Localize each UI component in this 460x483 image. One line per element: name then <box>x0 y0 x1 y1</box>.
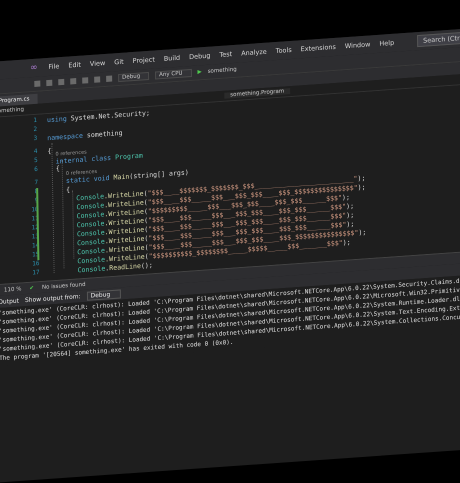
line-number: 5 <box>33 156 38 165</box>
run-target-button[interactable]: something <box>208 67 237 75</box>
line-number: 10 <box>31 205 39 214</box>
visual-studio-logo-icon: ∞ <box>29 62 38 74</box>
line-number: 4 <box>33 147 38 156</box>
menu-analyze[interactable]: Analyze <box>241 48 267 58</box>
menu-extensions[interactable]: Extensions <box>301 43 336 53</box>
type-name: Console <box>77 264 106 275</box>
menu-view[interactable]: View <box>90 59 106 68</box>
platform-dropdown[interactable]: Any CPU <box>155 68 192 80</box>
redo-icon[interactable] <box>106 75 113 82</box>
line-number: 13 <box>31 233 40 241</box>
line-number: 1 <box>33 116 38 125</box>
menu-debug[interactable]: Debug <box>189 52 210 62</box>
type-name: Program <box>111 151 143 162</box>
menu-edit[interactable]: Edit <box>68 61 81 70</box>
line-number: 7 <box>34 178 39 187</box>
check-circle-icon: ✔ <box>29 284 35 292</box>
line-number: 17 <box>32 269 40 277</box>
method-name: ReadLine <box>109 261 141 273</box>
method-name: Main <box>109 172 130 182</box>
line-number: 8 <box>8 188 39 197</box>
ide-window: ∞ File Edit View Git Project Build Debug… <box>0 25 460 483</box>
menu-tools[interactable]: Tools <box>276 46 292 55</box>
brace: { <box>66 185 71 195</box>
save-icon[interactable] <box>70 78 77 85</box>
line-number: 12 <box>31 223 39 232</box>
new-file-icon[interactable] <box>58 78 65 86</box>
code-editor[interactable]: 1 2 3 4 5 6 7 8 9 10 11 12 13 14 15 16 1… <box>0 81 460 285</box>
output-source-dropdown[interactable]: Debug <box>86 288 122 301</box>
undo-icon[interactable] <box>94 76 101 83</box>
line-number: 15 <box>32 251 40 259</box>
line-number: 6 <box>34 165 38 174</box>
brace: { <box>55 164 60 173</box>
change-marker <box>36 187 40 261</box>
line-number: 3 <box>33 134 38 143</box>
configuration-dropdown[interactable]: Debug <box>118 71 150 83</box>
back-icon[interactable] <box>34 80 41 87</box>
line-number: 2 <box>33 125 38 134</box>
keyword: namespace <box>47 131 83 143</box>
menu-test[interactable]: Test <box>219 50 232 59</box>
menu-git[interactable]: Git <box>114 58 124 67</box>
code-text: something <box>82 128 123 140</box>
line-number: 11 <box>31 214 39 223</box>
code-text: (string[] args) <box>129 168 189 181</box>
menu-build[interactable]: Build <box>164 54 180 63</box>
search-input[interactable]: Search (Ctrl+Q) <box>417 30 460 48</box>
keyword: using <box>46 114 67 125</box>
indent-guide <box>61 160 65 269</box>
issues-status[interactable]: No issues found <box>42 281 86 290</box>
line-number-gutter: 1 2 3 4 5 6 7 8 9 10 11 12 13 14 15 16 1… <box>0 115 40 284</box>
save-all-icon[interactable] <box>82 77 89 84</box>
code-line: namespace something <box>47 129 122 143</box>
forward-icon[interactable] <box>46 79 53 87</box>
code-line: { <box>56 164 60 173</box>
output-title: Output <box>0 297 20 306</box>
indent-guide <box>72 190 75 259</box>
menu-file[interactable]: File <box>48 62 59 71</box>
indent-guide <box>51 142 55 274</box>
code-line: { <box>66 186 70 195</box>
brace: { <box>47 146 52 156</box>
code-text: System.Net.Security; <box>66 108 150 123</box>
zoom-level[interactable]: 110 % <box>4 286 22 293</box>
line-number: 9 <box>8 197 39 206</box>
menu-help[interactable]: Help <box>379 39 394 48</box>
code-line: { <box>47 147 51 156</box>
line-number: 16 <box>32 260 40 268</box>
menu-project[interactable]: Project <box>133 55 155 65</box>
keyword: static void <box>65 173 110 185</box>
run-icon[interactable]: ▶ <box>197 69 201 75</box>
menu-window[interactable]: Window <box>345 40 371 50</box>
line-number: 14 <box>31 242 40 250</box>
